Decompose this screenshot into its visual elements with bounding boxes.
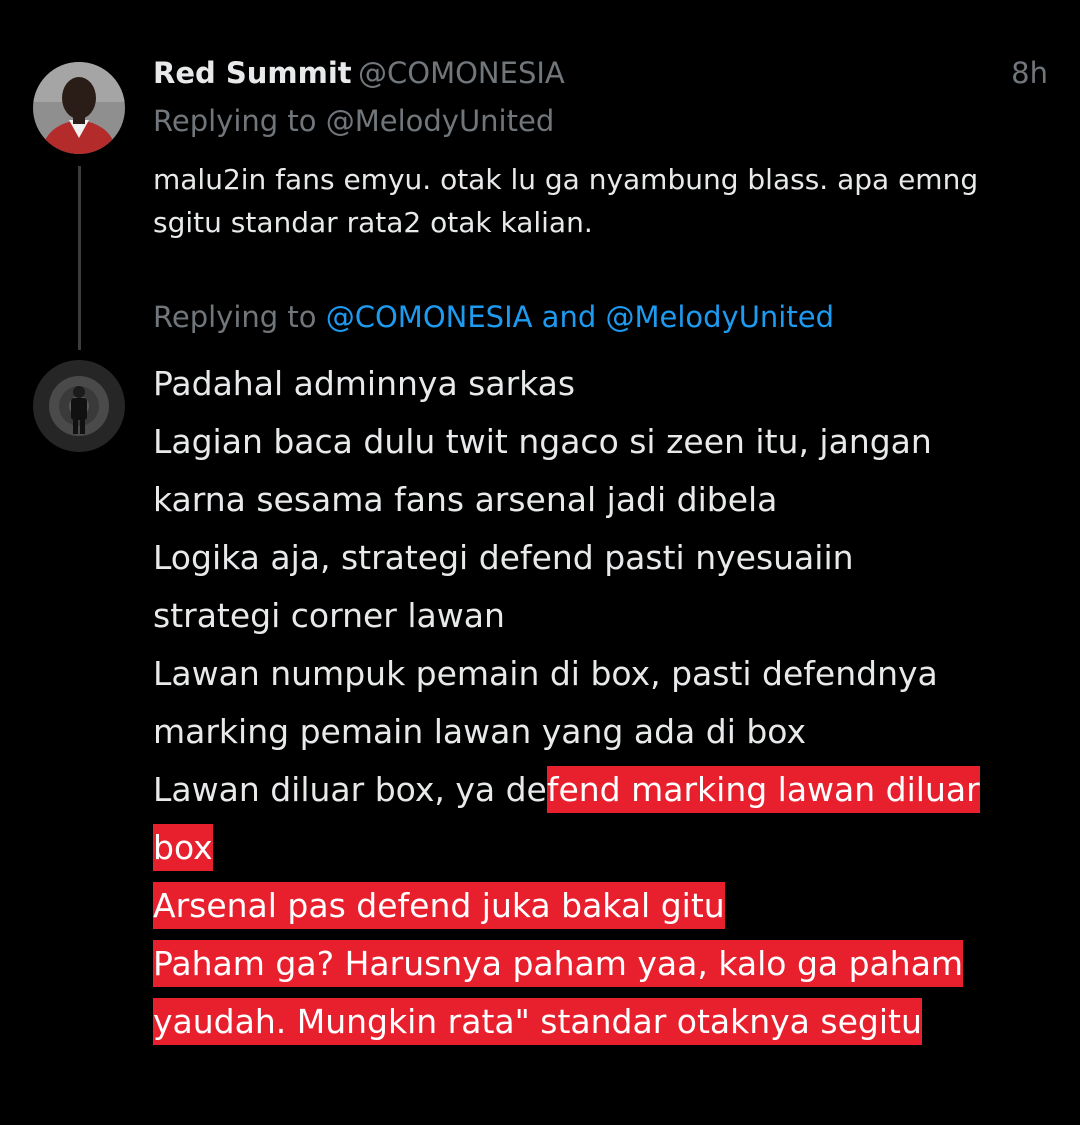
tweet-text-line: marking pemain lawan yang ada di box <box>153 712 807 751</box>
tweet-header: Red Summit @COMONESIA 8h <box>153 52 1048 98</box>
tweet-text-line: Lagian baca dulu twit ngaco si zeen itu,… <box>153 422 932 461</box>
mention-link[interactable]: @COMONESIA <box>326 300 533 334</box>
user-handle[interactable]: @COMONESIA <box>358 56 565 90</box>
tweet-text: Padahal adminnya sarkas Lagian baca dulu… <box>153 355 1053 1051</box>
timestamp[interactable]: 8h <box>1011 56 1048 90</box>
line-text: Lawan diluar box, ya de <box>153 770 547 809</box>
profile-photo-icon <box>33 360 125 452</box>
tweet-text-line: box <box>153 819 1053 877</box>
tweet-text-line: yaudah. Mungkin rata" standar otaknya se… <box>153 993 1053 1051</box>
tweet-text-line: Lawan numpuk pemain di box, pasti defend… <box>153 654 938 693</box>
tweet-text-line: karna sesama fans arsenal jadi dibela <box>153 480 778 519</box>
highlighted-text: box <box>153 828 213 867</box>
replying-to: Replying to @COMONESIA and @MelodyUnited <box>153 300 834 334</box>
tweet-text-line: Logika aja, strategi defend pasti nyesua… <box>153 538 854 577</box>
mention-link[interactable]: @MelodyUnited <box>605 300 834 334</box>
avatar[interactable] <box>33 360 125 452</box>
highlighted-text: Arsenal pas defend juka bakal gitu <box>153 886 725 925</box>
replying-to: Replying to @MelodyUnited <box>153 104 555 138</box>
tweet-text-line: Paham ga? Harusnya paham yaa, kalo ga pa… <box>153 935 1053 993</box>
tweet-text-line: malu2in fans emyu. otak lu ga nyambung b… <box>153 163 979 196</box>
profile-photo-icon <box>33 62 125 154</box>
tweet-text-line: Arsenal pas defend juka bakal gitu <box>153 877 1053 935</box>
display-name[interactable]: Red Summit <box>153 56 352 90</box>
avatar[interactable] <box>33 62 125 154</box>
highlighted-text: yaudah. Mungkin rata" standar otaknya se… <box>153 1002 922 1041</box>
tweet-text-line: Lawan diluar box, ya defend marking lawa… <box>153 761 1053 819</box>
thread-connector <box>78 166 81 350</box>
replying-prefix: Replying to <box>153 300 326 334</box>
tweet-text-line: sgitu standar rata2 otak kalian. <box>153 206 593 239</box>
highlighted-text: fend marking lawan diluar <box>546 770 980 809</box>
tweet-text-line: Padahal adminnya sarkas <box>153 364 576 403</box>
mention-and: and <box>532 300 606 334</box>
highlighted-text: Paham ga? Harusnya paham yaa, kalo ga pa… <box>153 944 964 983</box>
tweet-text-line: strategi corner lawan <box>153 596 505 635</box>
tweet-text: malu2in fans emyu. otak lu ga nyambung b… <box>153 158 1033 244</box>
